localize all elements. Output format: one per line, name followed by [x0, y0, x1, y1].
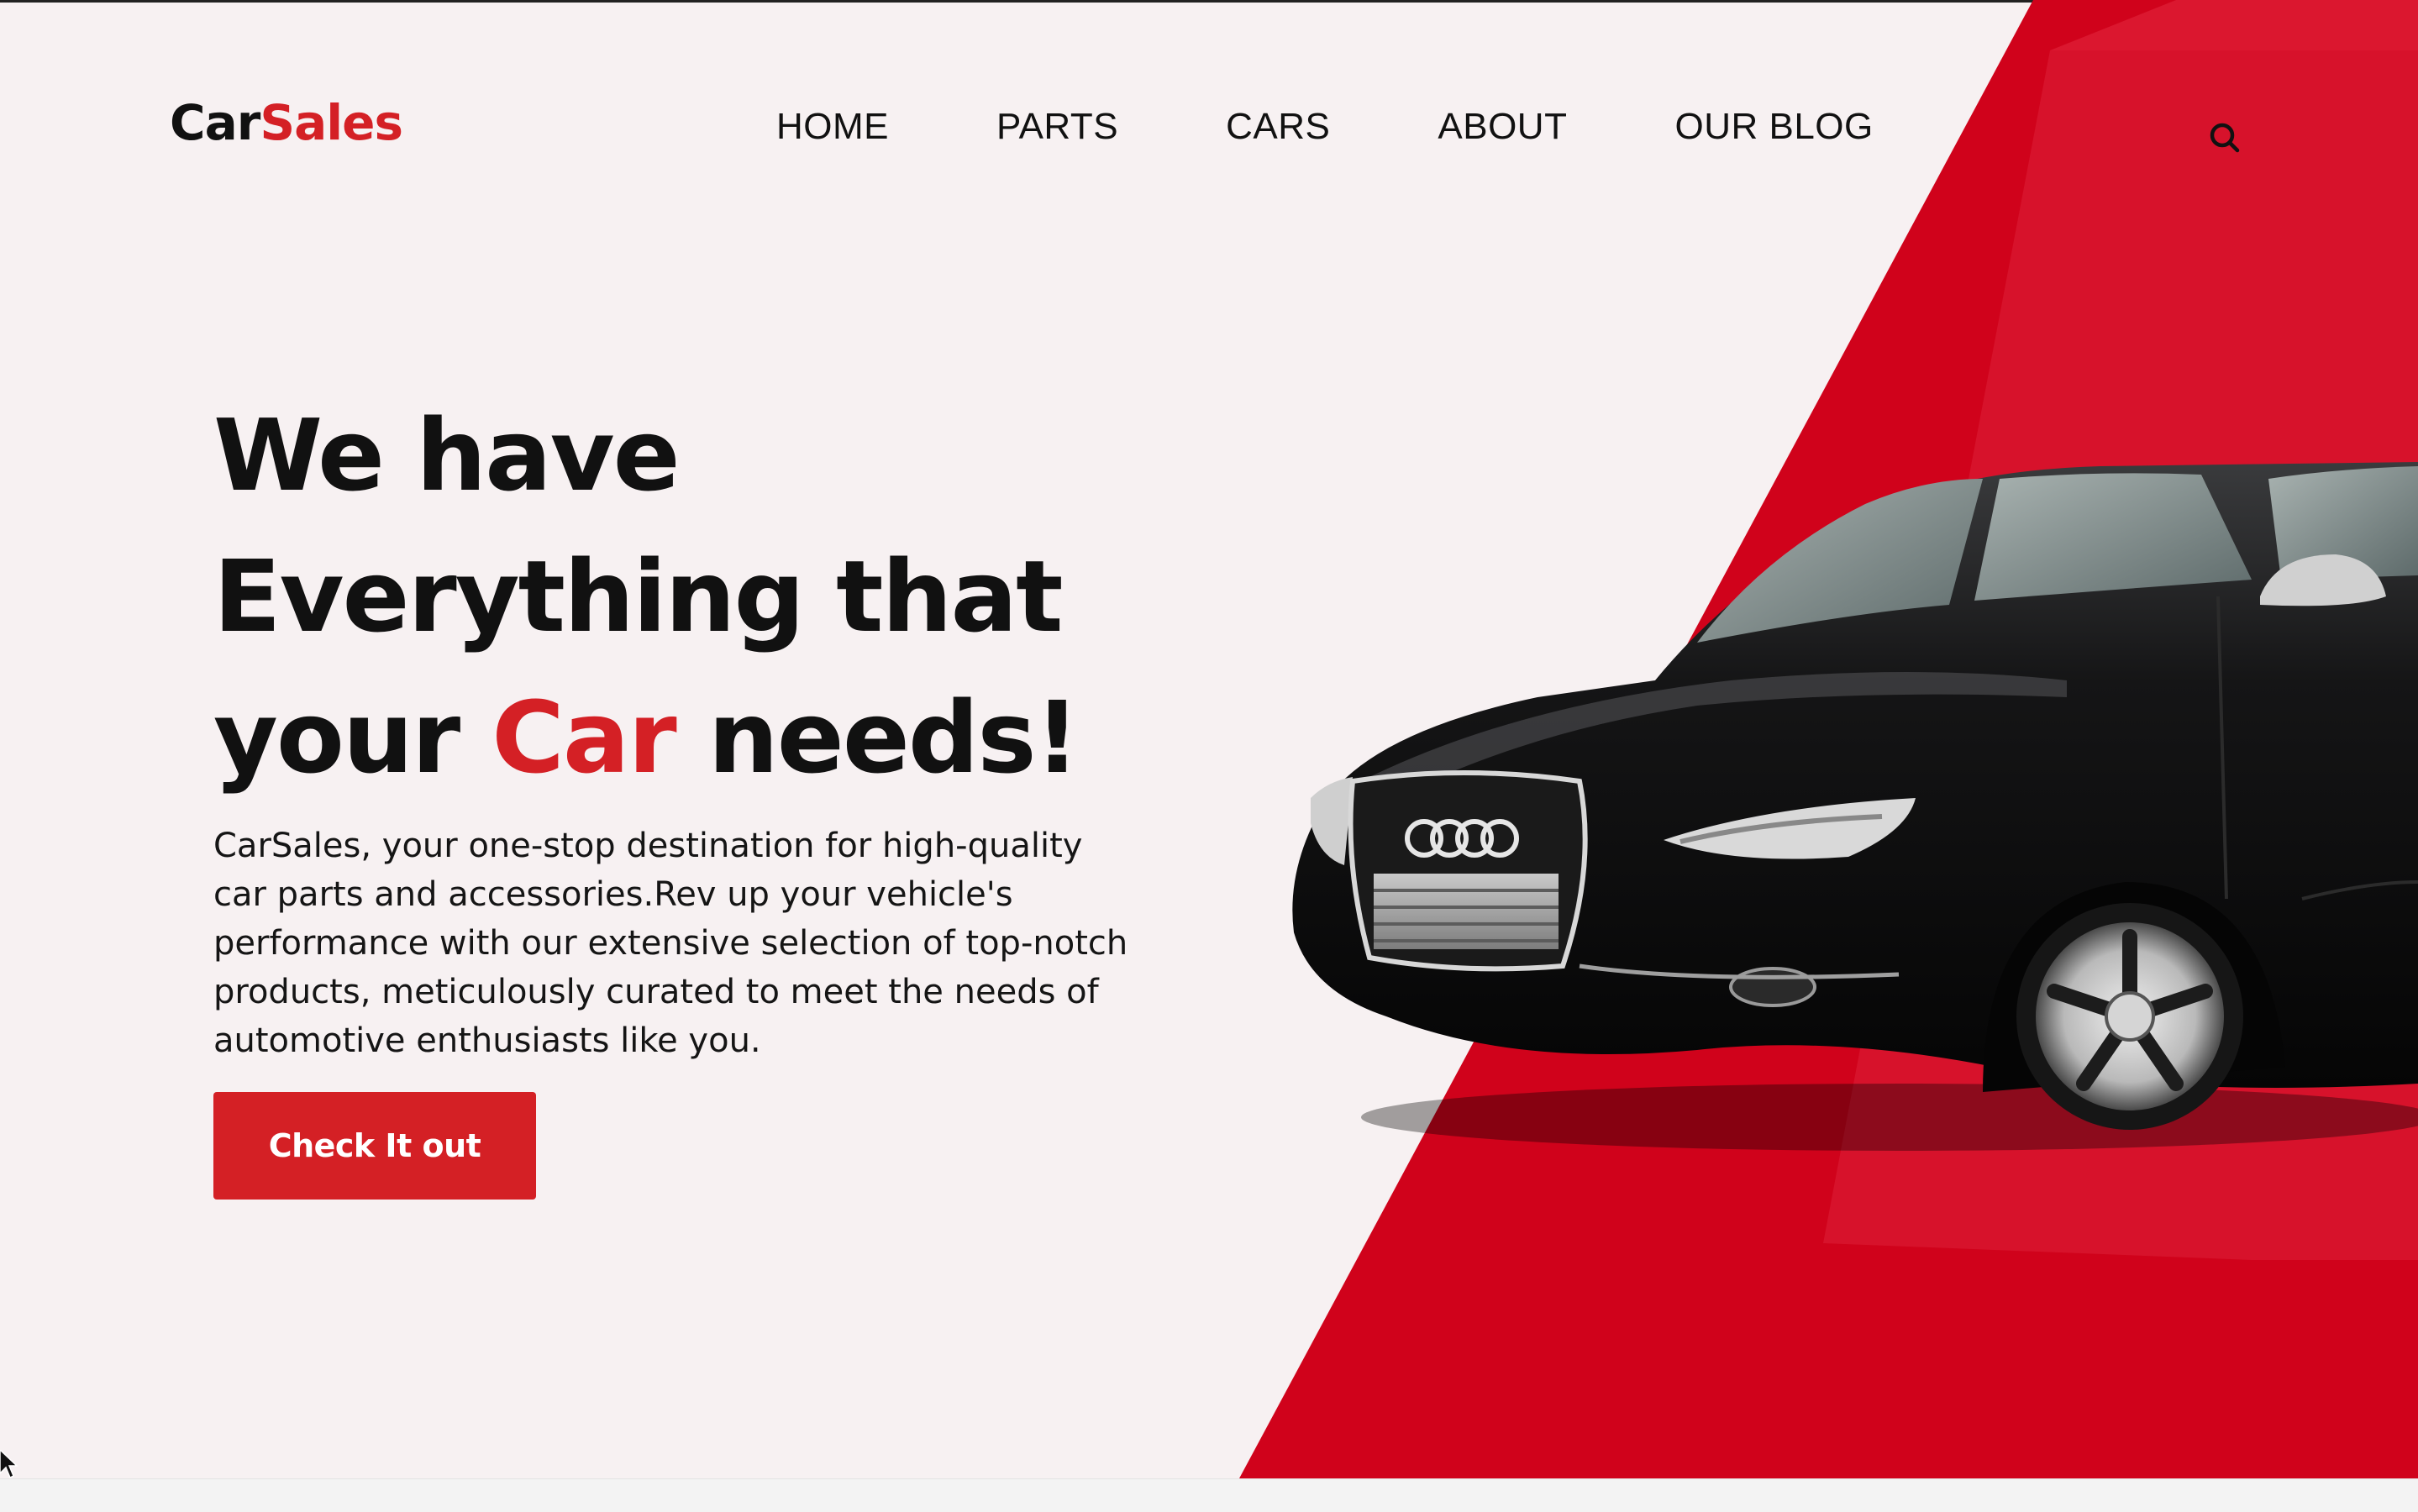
nav-item-about[interactable]: ABOUT [1438, 106, 1567, 148]
headline-highlight: Car [491, 680, 676, 795]
nav-item-home[interactable]: HOME [776, 106, 889, 148]
hero-headline: We have Everything that your Car needs! [213, 385, 1080, 808]
headline-line-3: your Car needs! [213, 667, 1080, 808]
nav-item-parts[interactable]: PARTS [996, 106, 1118, 148]
search-icon [2210, 123, 2240, 153]
headline-line-3-start: your [213, 680, 492, 795]
search-button[interactable] [2201, 114, 2248, 161]
bottom-strip [0, 1478, 2418, 1512]
check-it-out-button[interactable]: Check It out [213, 1092, 536, 1200]
headline-line-3-end: needs! [675, 680, 1080, 795]
nav-item-cars[interactable]: CARS [1226, 106, 1330, 148]
brand-name-part2: Sales [260, 94, 403, 151]
brand-logo[interactable]: CarSales [170, 94, 403, 151]
hero-car-image [1292, 462, 2418, 1151]
page: CarSales HOME PARTS CARS ABOUT OUR BLOG … [0, 0, 2418, 1512]
headline-line-1: We have [213, 397, 681, 513]
hero-description: CarSales, your one-stop destination for … [213, 827, 1128, 1060]
mouse-cursor-icon [0, 1450, 18, 1478]
brand-name-part1: Car [170, 94, 260, 151]
main-nav: HOME PARTS CARS ABOUT OUR BLOG [776, 106, 1874, 148]
nav-item-our-blog[interactable]: OUR BLOG [1674, 106, 1873, 148]
headline-line-2: Everything that [213, 538, 1064, 654]
